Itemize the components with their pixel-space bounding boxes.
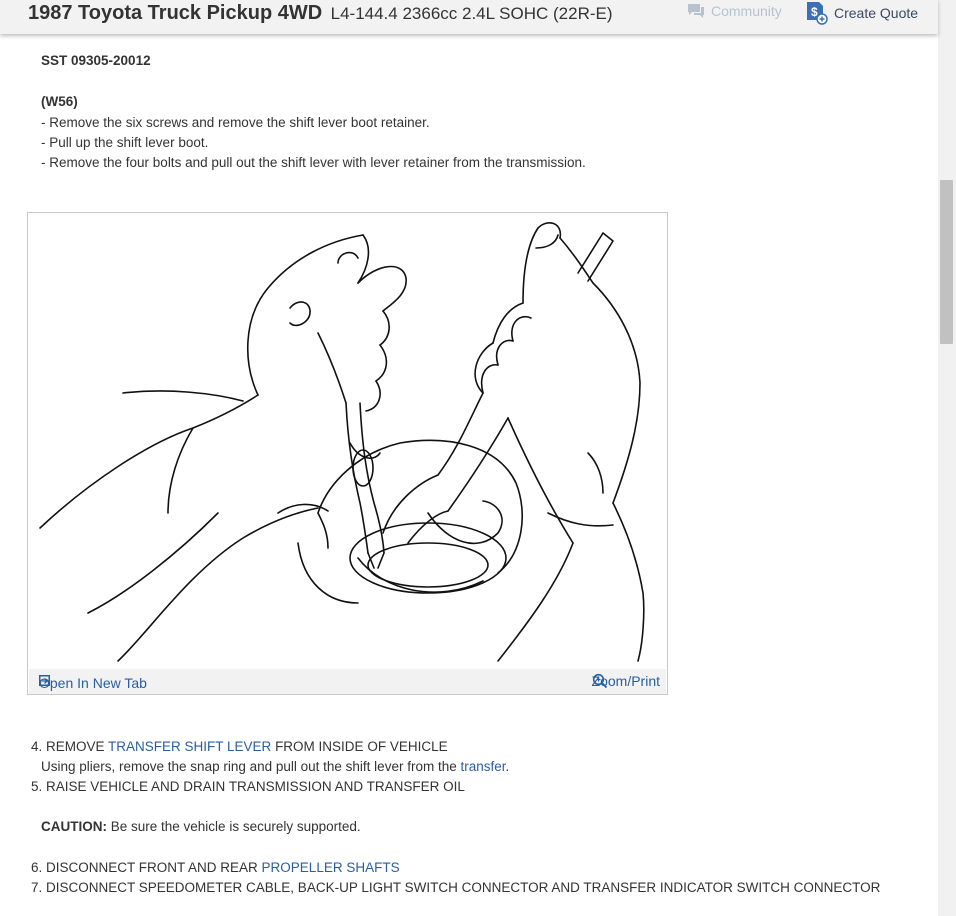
step-6: 6. DISCONNECT FRONT AND REAR PROPELLER S… [31, 860, 400, 875]
w56-step: - Remove the six screws and remove the s… [41, 115, 430, 130]
vertical-scrollbar[interactable] [938, 0, 956, 916]
create-quote-button[interactable]: $ Create Quote [806, 1, 918, 25]
propeller-shafts-link[interactable]: PROPELLER SHAFTS [262, 860, 400, 875]
w56-step: - Pull up the shift lever boot. [41, 135, 209, 150]
procedure-figure: Open In New Tab Zoom/Print [27, 212, 668, 695]
create-quote-label: Create Quote [834, 5, 919, 21]
step-4-detail: Using pliers, remove the snap ring and p… [41, 759, 510, 774]
open-in-new-tab-link[interactable]: Open In New Tab [39, 675, 147, 691]
scrollbar-thumb[interactable] [940, 180, 953, 344]
open-in-new-tab-label: Open In New Tab [39, 675, 147, 691]
caution-text: Be sure the vehicle is securely supporte… [107, 819, 361, 834]
w56-heading: (W56) [41, 94, 78, 109]
shift-lever-illustration [39, 222, 645, 662]
community-label: Community [711, 3, 782, 19]
engine-spec: L4-144.4 2366cc 2.4L SOHC (22R-E) [330, 4, 613, 23]
open-external-icon [39, 675, 50, 686]
step-7: 7. DISCONNECT SPEEDOMETER CABLE, BACK-UP… [31, 880, 881, 895]
transfer-shift-lever-link[interactable]: TRANSFER SHIFT LEVER [108, 739, 271, 754]
step-4: 4. REMOVE TRANSFER SHIFT LEVER FROM INSI… [31, 739, 448, 754]
transfer-link[interactable]: transfer [460, 759, 505, 774]
community-button[interactable]: Community [687, 3, 782, 19]
sst-number: SST 09305-20012 [41, 53, 151, 68]
step-5: 5. RAISE VEHICLE AND DRAIN TRANSMISSION … [31, 779, 465, 794]
vehicle-title: 1987 Toyota Truck Pickup 4WD L4-144.4 23… [28, 2, 613, 25]
caution-note: CAUTION: Be sure the vehicle is securely… [41, 819, 361, 834]
vehicle-model: 1987 Toyota Truck Pickup 4WD [28, 2, 323, 24]
figure-toolbar: Open In New Tab Zoom/Print [29, 669, 666, 694]
zoom-print-link[interactable]: Zoom/Print [592, 673, 660, 689]
chat-bubble-icon [688, 4, 704, 18]
caution-label: CAUTION: [41, 819, 107, 834]
dollar-document-icon: $ [807, 2, 828, 25]
w56-step: - Remove the four bolts and pull out the… [41, 155, 586, 170]
top-header: 1987 Toyota Truck Pickup 4WD L4-144.4 23… [0, 0, 938, 34]
magnifier-icon [592, 673, 607, 689]
